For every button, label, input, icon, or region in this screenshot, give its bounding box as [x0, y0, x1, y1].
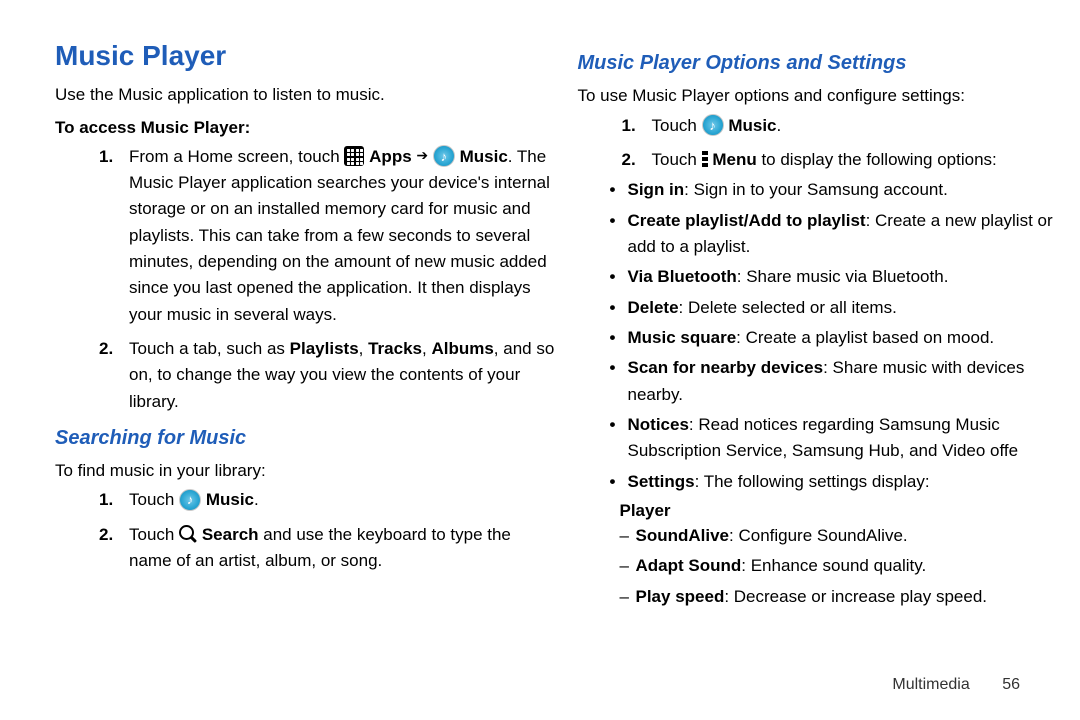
step-text: Touch Music.: [129, 487, 558, 513]
right-column: Music Player Options and Settings To use…: [578, 40, 1080, 614]
search-step-2: 2. Touch Search and use the keyboard to …: [99, 522, 558, 575]
music-label: Music: [460, 147, 508, 166]
options-step-1: 1. Touch Music.: [622, 113, 1080, 139]
step-text: Touch Music.: [652, 113, 1080, 139]
music-disc-icon: [433, 145, 455, 167]
section-name: Multimedia: [892, 676, 969, 693]
step-number: 1.: [99, 144, 129, 328]
apps-label: Apps: [369, 147, 412, 166]
search-intro: To find music in your library:: [55, 458, 558, 484]
step-text: Touch Menu to display the following opti…: [652, 147, 1080, 173]
page-title: Music Player: [55, 40, 558, 72]
list-item: •Via Bluetooth: Share music via Bluetoot…: [610, 264, 1080, 290]
options-step-2: 2. Touch Menu to display the following o…: [622, 147, 1080, 173]
access-step-1: 1. From a Home screen, touch Apps ➔ Musi…: [99, 144, 558, 328]
search-icon: [179, 525, 197, 543]
player-subheading: Player: [620, 501, 1080, 521]
list-item: •Notices: Read notices regarding Samsung…: [610, 412, 1080, 465]
list-item: –SoundAlive: Configure SoundAlive.: [620, 523, 1080, 549]
search-step-1: 1. Touch Music.: [99, 487, 558, 513]
left-column: Music Player Use the Music application t…: [55, 40, 558, 614]
music-label: Music: [206, 490, 254, 509]
apps-grid-icon: [344, 146, 364, 166]
arrow-icon: ➔: [416, 145, 428, 167]
list-item: –Play speed: Decrease or increase play s…: [620, 584, 1080, 610]
menu-label: Menu: [712, 150, 756, 169]
music-label: Music: [728, 116, 776, 135]
step-text: From a Home screen, touch Apps ➔ Music. …: [129, 144, 558, 328]
page-number: 56: [1002, 676, 1020, 694]
options-intro: To use Music Player options and configur…: [578, 83, 1080, 109]
step-number: 2.: [99, 522, 129, 575]
step-text: Touch a tab, such as Playlists, Tracks, …: [129, 336, 558, 415]
searching-heading: Searching for Music: [55, 427, 558, 450]
list-item: •Music square: Create a playlist based o…: [610, 325, 1080, 351]
list-item: •Scan for nearby devices: Share music wi…: [610, 355, 1080, 408]
search-label: Search: [202, 525, 259, 544]
list-item: –Adapt Sound: Enhance sound quality.: [620, 553, 1080, 579]
options-heading: Music Player Options and Settings: [578, 52, 1080, 75]
music-disc-icon: [179, 489, 201, 511]
intro-text: Use the Music application to listen to m…: [55, 82, 558, 108]
step-number: 1.: [622, 113, 652, 139]
menu-icon: [702, 150, 708, 168]
page-footer: Multimedia 56: [892, 676, 1020, 694]
access-heading: To access Music Player:: [55, 118, 558, 138]
step-number: 1.: [99, 487, 129, 513]
list-item: •Delete: Delete selected or all items.: [610, 295, 1080, 321]
list-item: •Sign in: Sign in to your Samsung accoun…: [610, 177, 1080, 203]
step-number: 2.: [99, 336, 129, 415]
music-disc-icon: [702, 114, 724, 136]
step-number: 2.: [622, 147, 652, 173]
list-item: •Create playlist/Add to playlist: Create…: [610, 208, 1080, 261]
list-item: •Settings: The following settings displa…: [610, 469, 1080, 495]
access-step-2: 2. Touch a tab, such as Playlists, Track…: [99, 336, 558, 415]
step-text: Touch Search and use the keyboard to typ…: [129, 522, 558, 575]
